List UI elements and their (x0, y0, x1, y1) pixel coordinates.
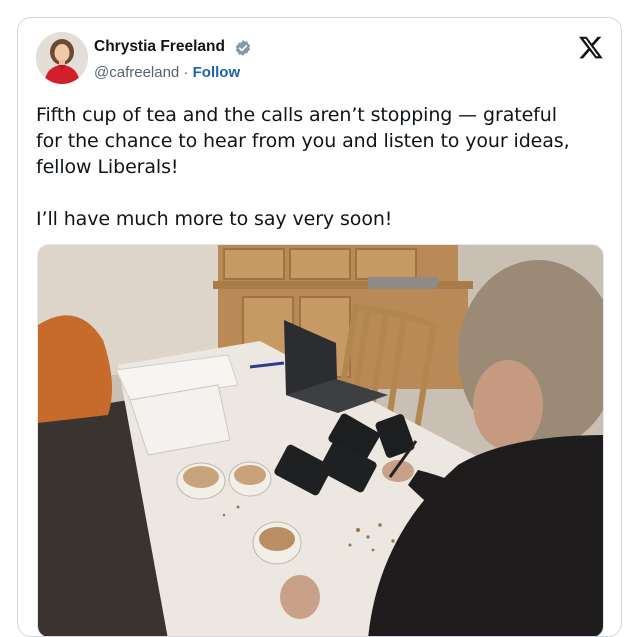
author-handle[interactable]: @cafreeland (94, 64, 179, 81)
handle-separator: · (183, 64, 189, 81)
tweet-paragraph-2: I’ll have much more to say very soon! (36, 208, 393, 230)
follow-button[interactable]: Follow (193, 64, 241, 81)
author-handle-row: @cafreeland · Follow (94, 64, 240, 81)
tweet-line-3: fellow Liberals! (36, 156, 179, 178)
tweet-photo[interactable] (37, 244, 604, 636)
tweet-card[interactable]: Chrystia Freeland @cafreeland · Follow F… (17, 17, 622, 637)
verified-badge-icon (235, 40, 251, 56)
author-name[interactable]: Chrystia Freeland (94, 38, 225, 56)
x-logo-icon[interactable] (578, 34, 604, 60)
avatar-image (36, 32, 88, 84)
tweet-paragraph-1: Fifth cup of tea and the calls aren’t st… (36, 102, 611, 180)
tweet-text: Fifth cup of tea and the calls aren’t st… (36, 102, 611, 232)
author-avatar[interactable] (36, 32, 88, 84)
photo-scene (38, 245, 603, 636)
tweet-line-2: for the chance to hear from you and list… (36, 130, 570, 152)
tweet-line-1: Fifth cup of tea and the calls aren’t st… (36, 104, 557, 126)
